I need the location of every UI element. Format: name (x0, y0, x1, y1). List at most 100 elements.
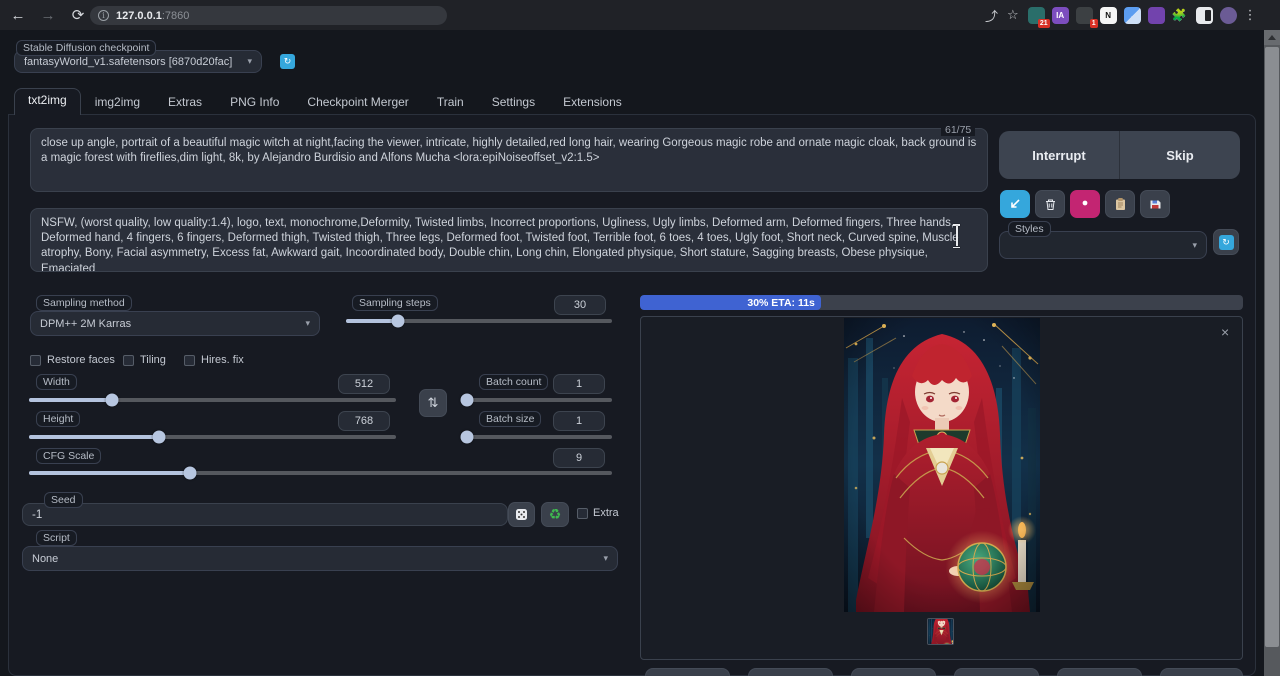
width-label: Width (36, 374, 77, 390)
bottom-button-stub[interactable] (645, 668, 730, 676)
apply-styles-button[interactable] (1105, 190, 1135, 218)
tab-png-info[interactable]: PNG Info (216, 91, 293, 115)
tab-settings[interactable]: Settings (478, 91, 549, 115)
restore-faces-label: Restore faces (47, 354, 115, 366)
tab-train[interactable]: Train (423, 91, 478, 115)
clear-prompt-button[interactable] (1035, 190, 1065, 218)
bottom-button-stub[interactable] (1160, 668, 1243, 676)
browser-reload-button[interactable]: ⟳ (66, 3, 90, 27)
arrow-down-left-icon (1009, 198, 1021, 210)
site-info-icon[interactable]: i (98, 10, 109, 21)
share-icon[interactable]: ⤴ (985, 6, 998, 25)
negative-prompt-textarea[interactable]: NSFW, (worst quality, low quality:1.4), … (30, 208, 988, 272)
sampling-steps-input[interactable]: 30 (554, 295, 606, 315)
windows-extension-icon[interactable] (1124, 7, 1141, 24)
profile-avatar[interactable] (1220, 7, 1237, 24)
puzzle-extensions-icon[interactable]: 🧩 (1172, 8, 1187, 22)
save-style-button[interactable] (1140, 190, 1170, 218)
chevron-down-icon: ▾ (603, 553, 608, 564)
dice-icon (515, 508, 528, 521)
refresh-checkpoint-button[interactable]: ↻ (280, 54, 295, 69)
screenshot-extension-icon[interactable]: 1 (1076, 7, 1093, 24)
gallery-thumbnail[interactable] (927, 618, 954, 645)
prompt-textarea[interactable]: close up angle, portrait of a beautiful … (30, 128, 988, 192)
seed-input[interactable]: -1 (22, 503, 508, 526)
chevron-down-icon: ▾ (1192, 240, 1197, 251)
batch-size-slider[interactable] (467, 435, 612, 439)
sidebar-toggle-icon[interactable] (1196, 7, 1213, 24)
ia-extension-icon[interactable]: IA (1052, 7, 1069, 24)
progress-label: 30% ETA: 11s (747, 297, 821, 309)
styles-label: Styles (1008, 221, 1051, 237)
card-dot-icon (1079, 198, 1091, 210)
sampling-steps-slider[interactable] (346, 319, 612, 323)
sampling-method-label: Sampling method (36, 295, 132, 311)
skip-button[interactable]: Skip (1120, 131, 1240, 179)
bottom-button-stub[interactable] (748, 668, 833, 676)
random-seed-button[interactable] (508, 502, 535, 527)
onenote-extension-icon[interactable] (1148, 7, 1165, 24)
tab-txt2img[interactable]: txt2img (14, 88, 81, 115)
scrollbar-thumb[interactable] (1265, 47, 1279, 647)
token-counter: 61/75 (941, 124, 975, 136)
checkpoint-value: fantasyWorld_v1.safetensors [6870d20fac] (24, 56, 232, 68)
main-tabs: txt2img img2img Extras PNG Info Checkpoi… (14, 90, 636, 115)
batch-count-input[interactable]: 1 (553, 374, 605, 394)
sampling-method-value: DPM++ 2M Karras (40, 318, 131, 330)
refresh-styles-button[interactable]: ↻ (1213, 229, 1239, 255)
generated-image-preview[interactable] (844, 318, 1040, 612)
floppy-disk-icon (1149, 198, 1162, 211)
chevron-down-icon: ▾ (247, 56, 252, 67)
bottom-button-stub[interactable] (1057, 668, 1142, 676)
cfg-scale-slider[interactable] (29, 471, 612, 475)
trash-icon (1044, 198, 1057, 211)
bookmark-star-icon[interactable]: ☆ (1007, 7, 1019, 23)
close-preview-button[interactable]: × (1221, 324, 1229, 340)
width-slider[interactable] (29, 398, 396, 402)
height-input[interactable]: 768 (338, 411, 390, 431)
interrupt-button[interactable]: Interrupt (999, 131, 1119, 179)
hires-fix-checkbox[interactable] (184, 355, 195, 366)
restore-faces-checkbox[interactable] (30, 355, 41, 366)
extra-seed-label: Extra (593, 507, 619, 519)
tab-checkpoint-merger[interactable]: Checkpoint Merger (293, 91, 422, 115)
swap-width-height-button[interactable]: ⇅ (419, 389, 447, 417)
script-select[interactable]: None ▾ (22, 546, 618, 571)
text-cursor (951, 224, 962, 248)
batch-size-input[interactable]: 1 (553, 411, 605, 431)
translate-extension-icon[interactable]: 21 (1028, 7, 1045, 24)
browser-toolbar: ← → ⟳ i 127.0.0.1:7860 ⤴ ☆ 21 IA 1 N 🧩 ⋮ (0, 0, 1280, 30)
extension-badge: 21 (1038, 19, 1050, 28)
tab-img2img[interactable]: img2img (81, 91, 154, 115)
app-window: ← → ⟳ i 127.0.0.1:7860 ⤴ ☆ 21 IA 1 N 🧩 ⋮ (0, 0, 1280, 676)
generation-progress-bar: 30% ETA: 11s (640, 295, 1243, 310)
browser-back-button[interactable]: ← (6, 3, 30, 27)
width-input[interactable]: 512 (338, 374, 390, 394)
page-scrollbar[interactable] (1264, 30, 1280, 676)
tab-extensions[interactable]: Extensions (549, 91, 636, 115)
extra-seed-checkbox[interactable] (577, 508, 588, 519)
sampling-method-select[interactable]: DPM++ 2M Karras ▾ (30, 311, 320, 336)
browser-forward-button[interactable]: → (36, 3, 60, 27)
notion-extension-icon[interactable]: N (1100, 7, 1117, 24)
cfg-scale-input[interactable]: 9 (553, 448, 605, 468)
tiling-checkbox[interactable] (123, 355, 134, 366)
extra-networks-button[interactable] (1070, 190, 1100, 218)
browser-menu-icon[interactable]: ⋮ (1244, 7, 1257, 23)
batch-count-label: Batch count (479, 374, 548, 390)
url-host: 127.0.0.1 (116, 10, 162, 22)
reuse-seed-button[interactable]: ♻ (541, 502, 569, 527)
scrollbar-up-arrow[interactable] (1264, 30, 1280, 45)
bottom-button-stub[interactable] (954, 668, 1039, 676)
batch-count-slider[interactable] (467, 398, 612, 402)
height-label: Height (36, 411, 80, 427)
recycle-icon: ♻ (549, 506, 562, 523)
url-port: :7860 (162, 10, 190, 22)
bottom-button-stub[interactable] (851, 668, 936, 676)
height-slider[interactable] (29, 435, 396, 439)
address-bar[interactable]: i 127.0.0.1:7860 (90, 6, 447, 25)
paste-generation-params-button[interactable] (1000, 190, 1030, 218)
sampling-steps-label: Sampling steps (352, 295, 438, 311)
refresh-icon: ↻ (1219, 235, 1234, 250)
tab-extras[interactable]: Extras (154, 91, 216, 115)
